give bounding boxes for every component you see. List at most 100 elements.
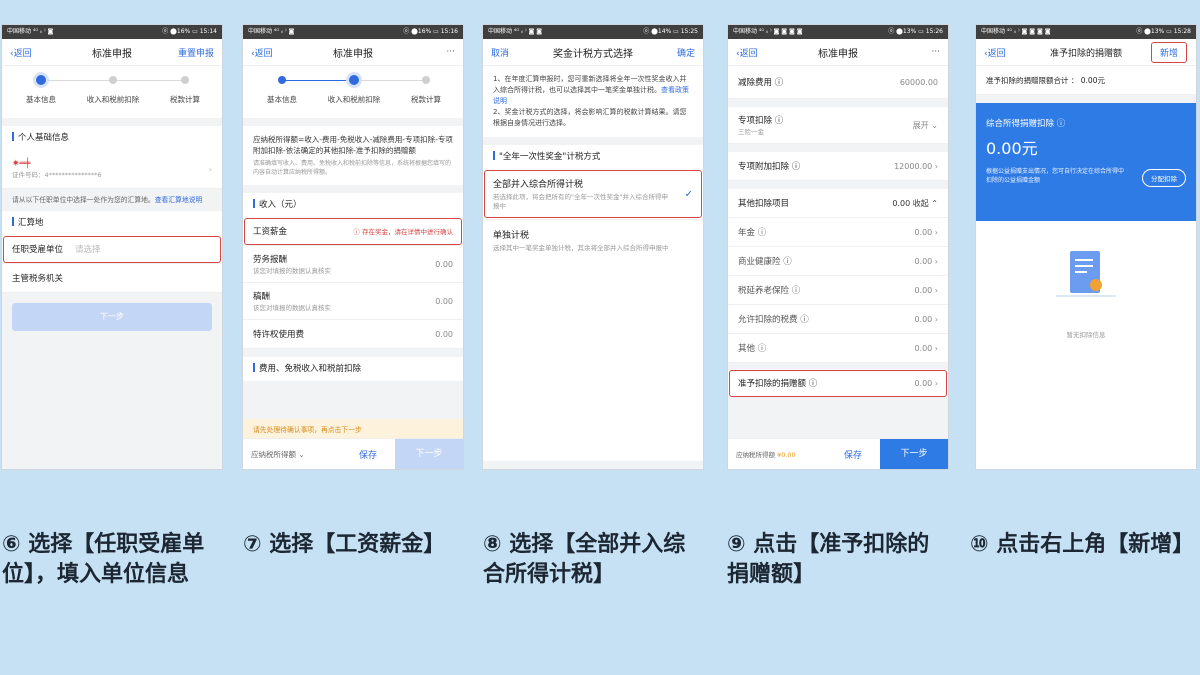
special-deduction-sub: 三险一金 (738, 128, 764, 136)
step-1: 基本信息 (4, 74, 78, 105)
labor-value: 0.00 (435, 259, 453, 269)
nav-bar: 取消 奖金计税方式选择 确定 (483, 39, 703, 66)
option-separate-desc: 选择其中一笔奖金单独计税，其余将全部并入综合所得申报中 (493, 244, 669, 252)
allocate-button[interactable]: 分配扣除 (1142, 169, 1186, 187)
note-1: 1、在年度汇算申报时，您可重新选择将全年一次性奖金收入并入综合所得计税，也可以选… (493, 75, 687, 94)
status-bar: 中国移动 ⁴ᴳ ᵢₗ ⁾ ◙ ⓞ ⬤16% ▭ 15:16 (243, 25, 463, 39)
screen-bonus-method: 中国移动 ⁴ᴳ ᵢₗ ⁾ ◙ ◙ ⓞ ⬤14% ▭ 15:25 取消 奖金计税方式… (482, 24, 704, 470)
income-row-salary[interactable]: 工资薪金 ⓘ 存在奖金，请在详情中进行确认 (243, 217, 463, 246)
option-separate[interactable]: 单独计税 选择其中一笔奖金单独计税，其余将全部并入综合所得申报中 (483, 219, 703, 261)
annuity-label: 年金 ⓘ (738, 228, 767, 238)
taxfee-label: 允许扣除的税费 ⓘ (738, 315, 809, 325)
view-location-link[interactable]: 查看汇算地说明 (155, 196, 203, 204)
formula-text: 应纳税所得额=收入-费用-免税收入-减除费用-专项扣除-专项附加扣除-依法确定的… (253, 135, 453, 155)
caption-step-9: ⑨ 点击【准予扣除的捐赠额】 (727, 532, 930, 587)
additional-deduction-label: 专项附加扣除 ⓘ (738, 162, 801, 172)
back-button[interactable]: ‹返回 (251, 46, 273, 59)
taxable-income-amount: ¥0.00 (777, 451, 796, 459)
taxable-income-toggle[interactable]: 应纳税所得额 ⌄ (243, 449, 341, 460)
deduct-item-health[interactable]: 商业健康险 ⓘ 0.00 › (728, 247, 948, 276)
carrier-text: 中国移动 ⁴ᴳ ᵢₗ ⁾ ◙ (7, 28, 54, 35)
step-3: 税款计算 (389, 74, 463, 105)
blue-card-desc: 根据公益捐赠支出情况，您可自行决定在综合所得中扣除的公益捐赠金额 (986, 168, 1125, 184)
back-label: 返回 (987, 48, 1006, 59)
blank-area (483, 261, 703, 461)
save-button[interactable]: 保存 (826, 448, 880, 461)
income-row-royalty[interactable]: 稿酬 该您对填报的数据认真核实 0.00 (243, 283, 463, 320)
next-button[interactable]: 下一步 (880, 439, 948, 469)
back-label: 返回 (254, 48, 273, 59)
other-deduction-label: 其他扣除项目 (738, 199, 790, 209)
reset-button[interactable]: 重置申报 (178, 46, 214, 59)
license-value: 0.00 (435, 329, 453, 339)
hint-body: 请从以下任职单位中选择一处作为您的汇算地。 (12, 196, 155, 204)
step-label: 税款计算 (411, 95, 441, 104)
section-deductions: 费用、免税收入和税前扣除 (243, 357, 463, 381)
confirm-button[interactable]: 确定 (677, 46, 695, 59)
deduct-row-basic[interactable]: 减除费用 ⓘ 60000.00 (728, 66, 948, 99)
deduct-item-taxfee[interactable]: 允许扣除的税费 ⓘ 0.00 › (728, 305, 948, 334)
annuity-value: 0.00 › (914, 227, 938, 237)
step-label: 税款计算 (170, 95, 200, 104)
save-button[interactable]: 保存 (341, 448, 395, 461)
expand-toggle[interactable]: 展开 ⌄ (913, 120, 938, 131)
step-label: 收入和税前扣除 (327, 95, 381, 104)
blue-card-title: 综合所得捐赠扣除 ⓘ (986, 119, 1066, 129)
deduct-item-other[interactable]: 其他 ⓘ 0.00 › (728, 334, 948, 363)
deduct-row-other[interactable]: 其他扣除项目 0.00 收起 ⌃ (728, 189, 948, 218)
donation-deduction-row[interactable]: 准予扣除的捐赠额 ⓘ 0.00 › (728, 369, 948, 398)
screen-deductions: 中国移动 ⁴ᴳ ᵢₗ ⁾ ◙ ◙ ◙ ◙ ⓞ ⬤13% ▭ 15:26 ‹返回 标… (727, 24, 949, 470)
empty-document-icon (1056, 251, 1116, 297)
employer-select-row[interactable]: 任职受雇单位 请选择 (2, 235, 222, 264)
deduct-item-annuity[interactable]: 年金 ⓘ 0.00 › (728, 218, 948, 247)
status-right: ⓞ ⬤16% ▭ 15:16 (403, 28, 458, 35)
personal-info-row[interactable]: ✷═╪ 证件号码：4***************6 › (2, 150, 222, 189)
back-button[interactable]: ‹返回 (736, 46, 758, 59)
deduct-row-special[interactable]: 专项扣除 ⓘ 三险一金 展开 ⌄ (728, 107, 948, 144)
taxable-income-label: 应纳税所得额 (736, 451, 775, 459)
cancel-button[interactable]: 取消 (491, 46, 509, 59)
deduct-item-pension[interactable]: 税延养老保险 ⓘ 0.00 › (728, 276, 948, 305)
back-button[interactable]: ‹返回 (984, 46, 1006, 59)
special-deduction-label: 专项扣除 ⓘ (738, 116, 784, 126)
tax-authority-row[interactable]: 主管税务机关 (2, 264, 222, 293)
additional-deduction-value: 12000.00 › (894, 161, 938, 171)
carrier-text: 中国移动 ⁴ᴳ ᵢₗ ⁾ ◙ ◙ (488, 28, 543, 35)
income-row-license[interactable]: 特许权使用费 0.00 (243, 320, 463, 349)
nav-bar: ‹返回 标准申报 ··· (728, 39, 948, 66)
nav-title: 标准申报 (818, 48, 858, 60)
labor-sub: 该您对填报的数据认真核实 (253, 267, 331, 275)
more-button[interactable]: ··· (931, 47, 940, 57)
income-row-labor[interactable]: 劳务报酬 该您对填报的数据认真核实 0.00 (243, 246, 463, 283)
carrier-text: 中国移动 ⁴ᴳ ᵢₗ ⁾ ◙ ◙ ◙ ◙ (981, 28, 1051, 35)
status-right: ⓞ ⬤13% ▭ 15:26 (888, 28, 943, 35)
carrier-text: 中国移动 ⁴ᴳ ᵢₗ ⁾ ◙ ◙ ◙ ◙ (733, 28, 803, 35)
license-label: 特许权使用费 (253, 330, 305, 340)
deduct-row-additional[interactable]: 专项附加扣除 ⓘ 12000.00 › (728, 152, 948, 181)
section-bonus-method: "全年一次性奖金"计税方式 (483, 145, 703, 169)
add-button[interactable]: 新增 (1150, 41, 1188, 64)
collapse-toggle[interactable]: 0.00 收起 ⌃ (892, 198, 938, 209)
next-button[interactable]: 下一步 (395, 439, 463, 469)
option-merge-all[interactable]: 全部并入综合所得计税 若选择此项，将会把所有的"全年一次性奖金"并入综合所得申报中… (483, 169, 703, 219)
section-personal-info: 个人基础信息 (2, 126, 222, 150)
section-income: 收入（元） (243, 193, 463, 217)
chevron-right-icon: › (208, 164, 212, 174)
note-2: 2、奖金计税方式的选择，将会影响汇算的税款计算结果。请您根据自身情况进行选择。 (493, 108, 687, 127)
next-button[interactable]: 下一步 (12, 303, 212, 331)
tax-authority-label: 主管税务机关 (12, 274, 64, 284)
step-label: 收入和税前扣除 (86, 95, 140, 104)
caption-step-6: ⑥ 选择【任职受雇单位】，填入单位信息 (2, 532, 205, 587)
nav-title: 标准申报 (333, 48, 373, 60)
more-button[interactable]: ··· (446, 47, 455, 57)
policy-notes: 1、在年度汇算申报时，您可重新选择将全年一次性奖金收入并入综合所得计税，也可以选… (483, 66, 703, 137)
formula-card: 应纳税所得额=收入-费用-免税收入-减除费用-专项扣除-专项附加扣除-依法确定的… (243, 126, 463, 185)
back-button[interactable]: ‹返回 (10, 46, 32, 59)
hint-text: 请从以下任职单位中选择一处作为您的汇算地。查看汇算地说明 (2, 189, 222, 211)
royalty-value: 0.00 (435, 296, 453, 306)
id-number: 证件号码：4***************6 (12, 171, 102, 179)
donation-total: 准予扣除的捐赠限额合计 ： 0.00元 (976, 66, 1196, 95)
check-icon: ✓ (684, 188, 693, 200)
employer-placeholder: 请选择 (75, 245, 101, 255)
employer-label: 任职受雇单位 (12, 245, 64, 255)
